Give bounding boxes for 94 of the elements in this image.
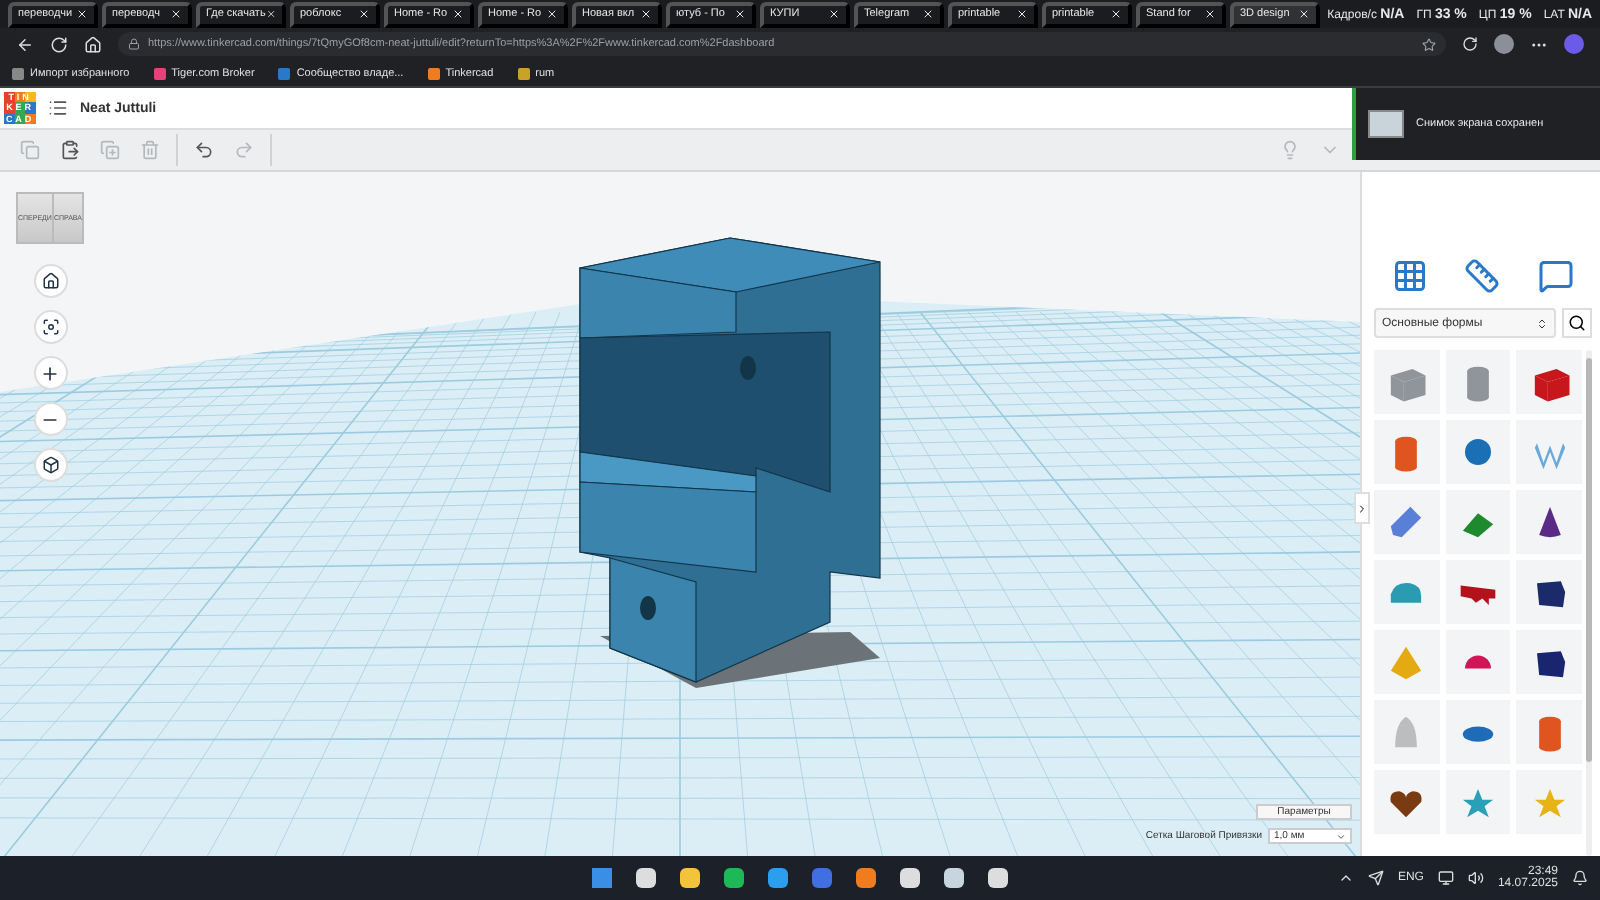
shape-tile[interactable]	[1374, 630, 1440, 694]
wedge-shape-icon	[1536, 581, 1565, 608]
shape-tile[interactable]	[1516, 490, 1582, 554]
lightbulb-icon	[1280, 140, 1300, 160]
focus-icon	[41, 318, 59, 336]
home-icon[interactable]	[84, 35, 102, 53]
shape-tile[interactable]	[1445, 700, 1511, 764]
chevron-right-icon	[1356, 501, 1368, 515]
lock-icon	[128, 38, 140, 50]
close-icon[interactable]	[452, 8, 464, 20]
assistant-icon[interactable]	[1564, 34, 1584, 54]
notification-icon[interactable]	[1572, 870, 1588, 886]
close-icon[interactable]	[1204, 8, 1216, 20]
shape-tile[interactable]	[1445, 420, 1511, 484]
home-icon	[41, 272, 59, 290]
refresh-icon[interactable]	[50, 35, 68, 53]
caret-icon	[1336, 831, 1346, 841]
heart-shape-icon	[1391, 791, 1423, 818]
shape-tile[interactable]	[1516, 420, 1582, 484]
close-icon[interactable]	[828, 8, 840, 20]
grid-icon[interactable]	[1392, 258, 1429, 294]
plus-icon	[40, 363, 60, 383]
close-icon[interactable]	[734, 8, 746, 20]
close-icon[interactable]	[76, 8, 88, 20]
collapse-panel-button[interactable]	[1354, 492, 1370, 524]
tube-shape-icon	[1538, 716, 1561, 752]
scrollbar-thumb[interactable]	[1586, 358, 1592, 763]
sketch-shape-icon	[1391, 506, 1422, 538]
screenshot-thumbnail	[1368, 110, 1404, 138]
shape-tile[interactable]	[1374, 770, 1440, 834]
close-icon[interactable]	[358, 8, 370, 20]
fit-view-button[interactable]	[33, 310, 67, 344]
shape-tile[interactable]	[1374, 490, 1440, 554]
paraboloid-shape-icon	[1395, 716, 1418, 748]
back-icon[interactable]	[16, 35, 34, 53]
close-icon[interactable]	[1298, 8, 1310, 20]
close-icon[interactable]	[546, 8, 558, 20]
close-icon[interactable]	[265, 8, 276, 20]
polygon-shape-icon	[1536, 651, 1565, 678]
search-icon	[1568, 314, 1586, 332]
profile-avatar[interactable]	[1494, 34, 1514, 54]
delete-icon	[140, 140, 160, 160]
shape-tile[interactable]	[1374, 700, 1440, 764]
scribble-shape-icon	[1534, 443, 1565, 470]
close-icon[interactable]	[640, 8, 652, 20]
star-shape-icon	[1462, 789, 1494, 818]
shape-tile[interactable]	[1445, 490, 1511, 554]
undo-icon	[194, 140, 214, 160]
pyramid-shape-icon	[1391, 646, 1422, 680]
sync-icon[interactable]	[1462, 36, 1478, 52]
close-icon[interactable]	[922, 8, 934, 20]
roof-shape-icon	[1462, 513, 1494, 538]
shape-tile[interactable]	[1445, 560, 1511, 624]
box-hole-shape-icon	[1391, 369, 1427, 402]
list-icon[interactable]	[48, 98, 68, 118]
round-roof-shape-icon	[1391, 583, 1422, 603]
shape-tile[interactable]	[1516, 770, 1582, 834]
star-shape-icon	[1534, 789, 1565, 818]
zoom-in-button[interactable]	[33, 356, 67, 390]
send-icon[interactable]	[1367, 870, 1384, 886]
star-icon[interactable]	[1422, 37, 1436, 51]
shape-tile[interactable]	[1516, 630, 1582, 694]
cylinder-shape-icon	[1395, 436, 1418, 472]
paste-icon	[60, 140, 80, 160]
shape-tile[interactable]	[1516, 560, 1582, 624]
half-sphere-shape-icon	[1464, 655, 1491, 669]
shape-tile[interactable]	[1374, 420, 1440, 484]
note-icon[interactable]	[1537, 258, 1574, 294]
close-icon[interactable]	[1016, 8, 1028, 20]
shape-tile[interactable]	[1445, 350, 1511, 414]
speaker-icon[interactable]	[1467, 870, 1484, 886]
cube-icon	[41, 456, 59, 474]
monitor-icon[interactable]	[1437, 870, 1454, 886]
close-icon[interactable]	[1110, 8, 1122, 20]
shape-tile[interactable]	[1374, 560, 1440, 624]
redo-icon	[234, 140, 254, 160]
duplicate-icon	[100, 140, 120, 160]
chevron-up-icon[interactable]	[1337, 870, 1354, 886]
close-icon[interactable]	[170, 8, 182, 20]
shape-tile[interactable]	[1445, 770, 1511, 834]
shape-tile[interactable]	[1516, 700, 1582, 764]
shape-tile[interactable]	[1374, 350, 1440, 414]
cone-shape-icon	[1538, 506, 1561, 538]
box-shape-icon	[1534, 369, 1569, 402]
cylinder-hole-shape-icon	[1467, 366, 1489, 402]
home-view-button[interactable]	[33, 264, 67, 298]
torus-shape-icon	[1462, 726, 1494, 742]
shape-tile[interactable]	[1445, 630, 1511, 694]
search-button[interactable]	[1562, 308, 1592, 338]
text-shape-icon	[1460, 585, 1496, 605]
ruler-icon[interactable]	[1464, 258, 1501, 294]
sphere-shape-icon	[1464, 439, 1491, 465]
copy-icon	[20, 140, 40, 160]
shape-tile[interactable]	[1516, 350, 1582, 414]
